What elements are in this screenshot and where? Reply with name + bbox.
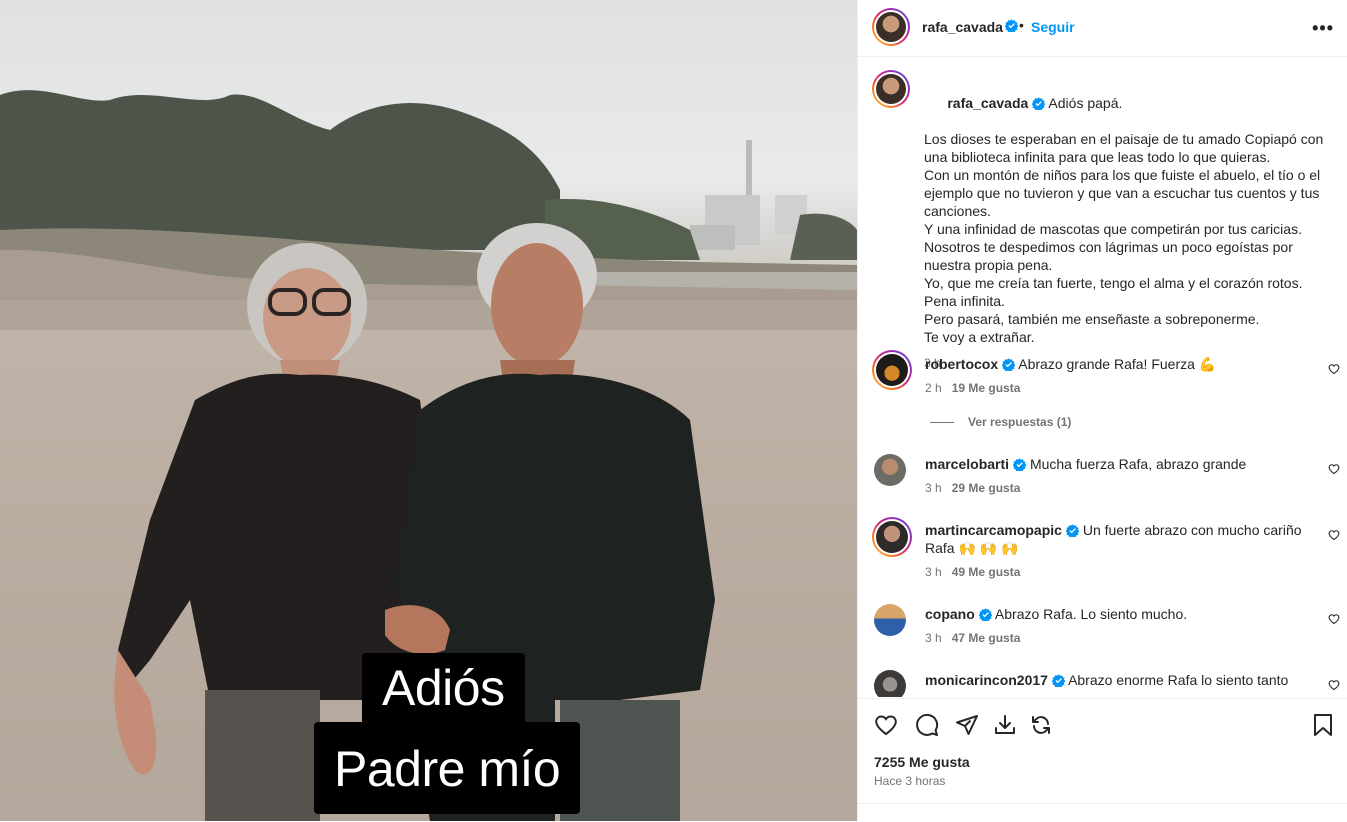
comment-text: Mucha fuerza Rafa, abrazo grande — [1029, 456, 1247, 472]
commenter-username[interactable]: martincarcamopapic — [925, 522, 1062, 538]
view-replies-label: Ver respuestas (1) — [968, 415, 1072, 429]
overlay-text-line-1: Adiós — [362, 653, 525, 725]
commenter-username[interactable]: copano — [925, 606, 975, 622]
comment-heart-icon[interactable] — [1328, 679, 1340, 691]
comment-time: 3 h — [925, 631, 942, 645]
comment-heart-icon[interactable] — [1328, 363, 1340, 375]
verified-badge-icon — [1065, 524, 1079, 537]
replies-divider — [930, 422, 954, 424]
commenter-avatar[interactable] — [874, 604, 906, 636]
follow-button[interactable]: Seguir — [1031, 19, 1075, 35]
comment-time: 3 h — [925, 481, 942, 495]
comment-heart-icon[interactable] — [1328, 613, 1340, 625]
post-header: rafa_cavada • Seguir ••• — [858, 0, 1347, 57]
post-timestamp: Hace 3 horas — [874, 774, 946, 788]
post-side-panel: rafa_cavada • Seguir ••• rafa_cavada Adi… — [857, 0, 1347, 821]
comment-time: 2 h — [925, 381, 942, 395]
verified-badge-icon — [1005, 19, 1018, 32]
caption-username[interactable]: rafa_cavada — [947, 95, 1028, 111]
comment-icon[interactable] — [915, 713, 939, 737]
comment-heart-icon[interactable] — [1328, 463, 1340, 475]
post-photo: Adiós Padre mío — [0, 0, 857, 821]
comment-text: Abrazo enorme Rafa lo siento tanto — [1068, 672, 1289, 688]
caption-line: Y una infinidad de mascotas que competir… — [924, 221, 1302, 237]
caption-line: Con un montón de niños para los que fuis… — [924, 167, 1325, 219]
caption-line: Los dioses te esperaban en el paisaje de… — [924, 131, 1328, 165]
verified-badge-icon — [1051, 674, 1065, 687]
commenter-avatar[interactable] — [874, 454, 906, 486]
commenter-avatar[interactable] — [872, 517, 912, 557]
comment-like-count[interactable]: 47 Me gusta — [952, 631, 1021, 645]
comment-heart-icon[interactable] — [1328, 529, 1340, 541]
bookmark-icon[interactable] — [1312, 713, 1334, 737]
author-username[interactable]: rafa_cavada — [922, 19, 1003, 35]
download-icon[interactable] — [993, 713, 1017, 737]
heart-icon[interactable] — [874, 713, 898, 737]
post-actions-bar: 7255 Me gusta Hace 3 horas — [858, 698, 1347, 822]
caption-line: Pena infinita. — [924, 293, 1005, 309]
view-replies-button[interactable]: Ver respuestas (1) — [930, 415, 1071, 429]
commenter-username[interactable]: robertocox — [925, 356, 998, 372]
caption-line: Te voy a extrañar. — [924, 329, 1035, 345]
send-icon[interactable] — [955, 713, 979, 737]
verified-badge-icon — [1002, 358, 1016, 371]
comment-like-count[interactable]: 49 Me gusta — [952, 565, 1021, 579]
more-options-icon[interactable]: ••• — [1312, 18, 1334, 39]
comment-item: monicarincon2017 Abrazo enorme Rafa lo s… — [858, 668, 1347, 697]
comment-time: 3 h — [925, 565, 942, 579]
comment-text: Abrazo grande Rafa! Fuerza 💪 — [1018, 356, 1217, 372]
comment-text: Abrazo Rafa. Lo siento mucho. — [994, 606, 1188, 622]
commenter-avatar[interactable] — [874, 670, 906, 697]
actions-divider — [858, 803, 1347, 804]
comment-like-count[interactable]: 29 Me gusta — [952, 481, 1021, 495]
verified-badge-icon — [1032, 97, 1046, 110]
verified-badge-icon — [1013, 458, 1027, 471]
post-caption: rafa_cavada Adiós papá. Los dioses te es… — [924, 76, 1336, 372]
header-separator: • — [1019, 17, 1024, 33]
caption-line: Adiós papá. — [1048, 95, 1123, 111]
verified-badge-icon — [978, 608, 992, 621]
commenter-avatar[interactable] — [872, 350, 912, 390]
caption-author-avatar[interactable] — [872, 70, 910, 108]
caption-line: Pero pasará, también me enseñaste a sobr… — [924, 311, 1260, 327]
commenter-username[interactable]: marcelobarti — [925, 456, 1009, 472]
comment-like-count[interactable]: 19 Me gusta — [952, 381, 1021, 395]
repost-icon[interactable] — [1029, 713, 1053, 737]
author-avatar[interactable] — [872, 8, 910, 46]
post-like-count[interactable]: 7255 Me gusta — [874, 754, 970, 770]
caption-line: Nosotros te despedimos con lágrimas un p… — [924, 239, 1297, 273]
commenter-username[interactable]: monicarincon2017 — [925, 672, 1048, 688]
overlay-text-line-2: Padre mío — [314, 722, 581, 814]
caption-line: Yo, que me creía tan fuerte, tengo el al… — [924, 275, 1303, 291]
